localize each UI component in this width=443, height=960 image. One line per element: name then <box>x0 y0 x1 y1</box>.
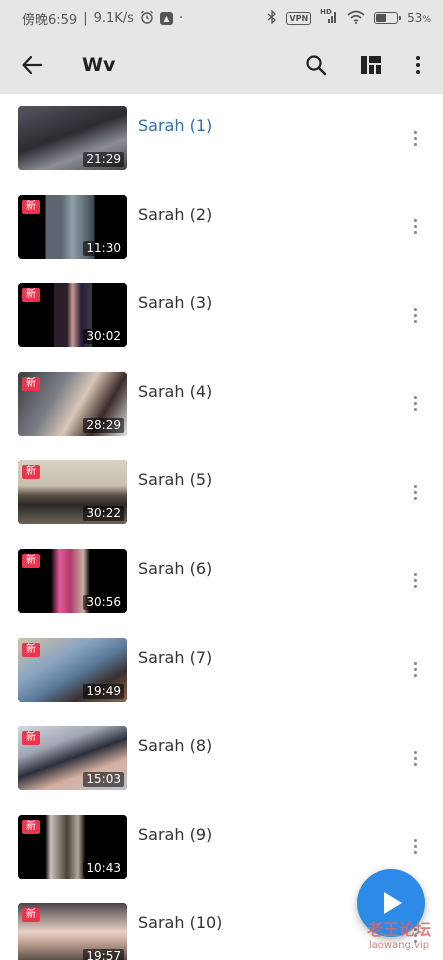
more-vert-icon <box>416 56 420 74</box>
video-list-item[interactable]: 新 30:22 Sarah (5) <box>0 448 443 537</box>
back-button[interactable] <box>16 49 48 81</box>
item-more-button[interactable] <box>405 658 425 682</box>
more-vert-icon <box>413 130 417 146</box>
new-badge: 新 <box>22 908 40 923</box>
video-title[interactable]: Sarah (9) <box>138 825 212 844</box>
item-more-button[interactable] <box>405 480 425 504</box>
more-vert-icon <box>413 573 417 589</box>
overflow-menu-button[interactable] <box>402 49 434 81</box>
item-more-button[interactable] <box>405 392 425 416</box>
new-badge: 新 <box>22 288 40 303</box>
video-list-item[interactable]: 新 19:49 Sarah (7) <box>0 626 443 715</box>
video-thumbnail[interactable]: 新 28:29 <box>18 371 127 436</box>
video-title[interactable]: Sarah (6) <box>138 559 212 578</box>
video-title[interactable]: Sarah (5) <box>138 470 212 489</box>
video-duration: 19:49 <box>83 683 124 699</box>
watermark: 老王论坛 laowang.vip <box>360 920 438 952</box>
back-arrow-icon <box>22 55 43 75</box>
video-title[interactable]: Sarah (7) <box>138 648 212 667</box>
more-vert-icon <box>413 750 417 766</box>
video-list-item[interactable]: 新 30:02 Sarah (3) <box>0 271 443 360</box>
video-list-item[interactable]: 新 30:56 Sarah (6) <box>0 537 443 626</box>
signal-icon: HD <box>320 7 338 27</box>
video-title[interactable]: Sarah (2) <box>138 205 212 224</box>
item-more-button[interactable] <box>405 303 425 327</box>
more-vert-icon <box>413 484 417 500</box>
item-more-button[interactable] <box>405 569 425 593</box>
video-list-item[interactable]: 新 11:30 Sarah (2) <box>0 183 443 272</box>
new-badge: 新 <box>22 199 40 214</box>
video-title[interactable]: Sarah (1) <box>138 116 212 135</box>
play-icon <box>384 892 402 914</box>
status-net-speed: 9.1K/s <box>93 10 134 26</box>
item-more-button[interactable] <box>405 126 425 150</box>
video-title[interactable]: Sarah (4) <box>138 382 212 401</box>
signal-hd-label: HD <box>320 7 332 16</box>
video-duration: 30:56 <box>83 594 124 610</box>
video-thumbnail[interactable]: 新 30:22 <box>18 460 127 525</box>
layout-toggle-button[interactable] <box>355 49 387 81</box>
more-vert-icon <box>413 219 417 235</box>
video-list-item[interactable]: 新 15:03 Sarah (8) <box>0 714 443 803</box>
video-title[interactable]: Sarah (10) <box>138 913 222 932</box>
video-duration: 28:29 <box>83 417 124 433</box>
more-vert-icon <box>413 662 417 678</box>
video-duration: 19:57 <box>83 949 124 960</box>
video-thumbnail[interactable]: 新 30:56 <box>18 548 127 613</box>
bluetooth-icon <box>267 8 277 27</box>
item-more-button[interactable] <box>405 746 425 770</box>
vpn-icon: VPN <box>286 11 312 25</box>
video-duration: 30:02 <box>83 329 124 345</box>
item-more-button[interactable] <box>405 215 425 239</box>
new-badge: 新 <box>22 819 40 834</box>
page-title: Wv <box>82 54 116 76</box>
more-vert-icon <box>413 396 417 412</box>
video-thumbnail[interactable]: 新 15:03 <box>18 726 127 791</box>
video-thumbnail[interactable]: 新 10:43 <box>18 814 127 879</box>
battery-fill <box>376 14 387 22</box>
layout-grid-icon <box>361 56 381 74</box>
video-thumbnail[interactable]: 新 30:02 <box>18 283 127 348</box>
item-more-button[interactable] <box>405 835 425 859</box>
more-vert-icon <box>413 307 417 323</box>
video-list: 21:29 Sarah (1) 新 11:30 Sarah (2) 新 30:02 Sarah… <box>0 94 443 960</box>
video-thumbnail[interactable]: 新 19:49 <box>18 637 127 702</box>
status-bar: 傍晚6:59 | 9.1K/s ▲ · VPN HD 53% <box>0 0 443 36</box>
video-thumbnail[interactable]: 新 11:30 <box>18 194 127 259</box>
new-badge: 新 <box>22 553 40 568</box>
wifi-icon <box>347 10 365 27</box>
video-title[interactable]: Sarah (8) <box>138 736 212 755</box>
video-duration: 15:03 <box>83 772 124 788</box>
new-badge: 新 <box>22 465 40 480</box>
app-toolbar: Wv <box>0 36 443 94</box>
battery-icon <box>374 12 402 24</box>
video-duration: 11:30 <box>83 240 124 256</box>
new-badge: 新 <box>22 731 40 746</box>
alarm-icon <box>140 10 154 27</box>
status-dot: · <box>178 10 184 26</box>
video-thumbnail[interactable]: 新 19:57 <box>18 903 127 960</box>
search-icon <box>306 55 327 76</box>
battery-percent: 53% <box>407 11 431 25</box>
video-duration: 30:22 <box>83 506 124 522</box>
status-time: 傍晚6:59 <box>22 12 78 28</box>
new-badge: 新 <box>22 642 40 657</box>
more-vert-icon <box>413 839 417 855</box>
watermark-url: laowang.vip <box>368 940 430 951</box>
new-badge: 新 <box>22 376 40 391</box>
watermark-title: 老王论坛 <box>366 920 431 939</box>
video-duration: 10:43 <box>83 860 124 876</box>
status-divider: | <box>83 10 88 26</box>
app-notification-icon: ▲ <box>159 11 173 25</box>
battery-value: 53 <box>407 11 423 25</box>
video-list-item[interactable]: 21:29 Sarah (1) <box>0 94 443 183</box>
video-title[interactable]: Sarah (3) <box>138 293 212 312</box>
search-button[interactable] <box>300 49 332 81</box>
video-duration: 21:29 <box>83 152 124 167</box>
video-thumbnail[interactable]: 21:29 <box>18 106 127 170</box>
video-list-item[interactable]: 新 28:29 Sarah (4) <box>0 360 443 449</box>
